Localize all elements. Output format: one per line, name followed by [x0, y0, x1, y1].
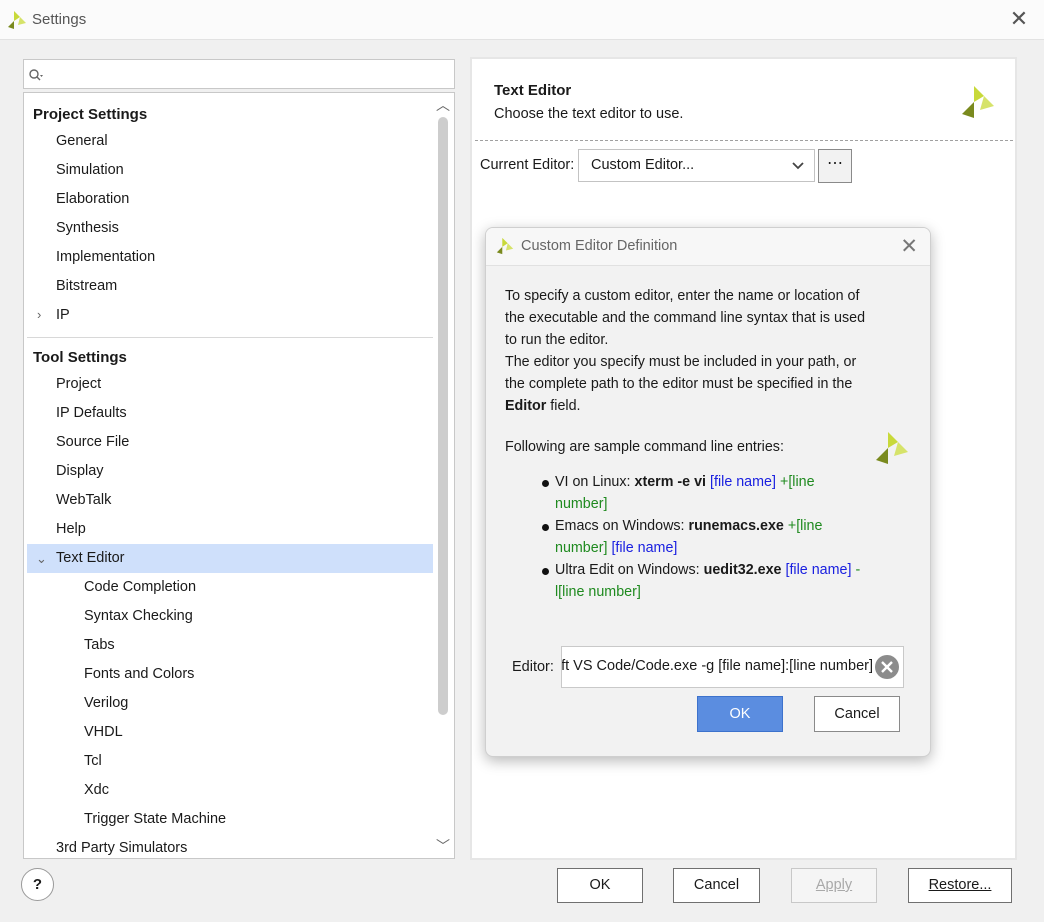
tree-item-trigger-state-machine[interactable]: Trigger State Machine: [84, 805, 226, 834]
sample-list: VI on Linux: xterm -e vi [file name] +[l…: [536, 471, 866, 603]
tree-item-syntax-checking[interactable]: Syntax Checking: [84, 602, 193, 631]
tree-item-text-editor[interactable]: Text Editor: [56, 544, 125, 573]
tree-item-general[interactable]: General: [56, 127, 108, 156]
tree-header-tool-settings: Tool Settings: [33, 349, 127, 366]
tree-item-vhdl[interactable]: VHDL: [84, 718, 123, 747]
custom-editor-dialog: Custom Editor Definition ✕ To specify a …: [485, 227, 931, 757]
sample-item-vi: VI on Linux: xterm -e vi [file name] +[l…: [536, 471, 866, 515]
tree-divider: [27, 337, 433, 338]
tree-item-display[interactable]: Display: [56, 457, 104, 486]
scroll-down-icon[interactable]: ﹀: [436, 839, 450, 853]
panel-divider: [475, 140, 1013, 141]
tree-item-tcl[interactable]: Tcl: [84, 747, 102, 776]
tree-item-help[interactable]: Help: [56, 515, 86, 544]
tree-item-tabs[interactable]: Tabs: [84, 631, 115, 660]
tree-item-source-file[interactable]: Source File: [56, 428, 129, 457]
chevron-right-icon[interactable]: ›: [37, 307, 41, 322]
close-icon[interactable]: ✕: [900, 234, 918, 259]
tree-item-code-completion[interactable]: Code Completion: [84, 573, 196, 602]
settings-search-input[interactable]: [23, 59, 455, 89]
apply-button[interactable]: Apply: [791, 868, 877, 903]
tree-item-implementation[interactable]: Implementation: [56, 243, 155, 272]
vivado-logo-icon: [960, 84, 996, 124]
cancel-button[interactable]: Cancel: [673, 868, 760, 903]
tree-item-3rd-party-simulators[interactable]: 3rd Party Simulators: [56, 834, 187, 858]
tree-item-bitstream[interactable]: Bitstream: [56, 272, 117, 301]
restore-button[interactable]: Restore...: [908, 868, 1012, 903]
chevron-down-icon[interactable]: ⌄: [36, 544, 47, 573]
tree-item-simulation[interactable]: Simulation: [56, 156, 124, 185]
dialog-title: Custom Editor Definition: [521, 238, 678, 254]
tree-item-project[interactable]: Project: [56, 370, 101, 399]
tree-item-verilog[interactable]: Verilog: [84, 689, 128, 718]
settings-tree: Project Settings General Simulation Elab…: [23, 92, 455, 859]
panel-title: Text Editor: [494, 82, 572, 99]
browse-editor-button[interactable]: ⋯: [818, 149, 852, 183]
vivado-logo-icon: [495, 236, 515, 260]
window-titlebar: Settings ✕: [0, 0, 1044, 40]
tree-item-xdc[interactable]: Xdc: [84, 776, 109, 805]
tree-item-ip[interactable]: IP: [56, 301, 70, 330]
dialog-cancel-button[interactable]: Cancel: [814, 696, 900, 732]
tree-item-ip-defaults[interactable]: IP Defaults: [56, 399, 127, 428]
editor-label: Editor:: [512, 659, 554, 675]
dialog-para-2: The editor you specify must be included …: [505, 354, 857, 414]
sample-heading: Following are sample command line entrie…: [505, 439, 784, 455]
scrollbar-thumb[interactable]: [438, 117, 448, 715]
vivado-logo-icon: [6, 9, 28, 35]
tree-item-synthesis[interactable]: Synthesis: [56, 214, 119, 243]
editor-field[interactable]: rosoft VS Code/Code.exe -g [file name]:[…: [561, 646, 904, 688]
tree-item-elaboration[interactable]: Elaboration: [56, 185, 129, 214]
search-icon: [28, 67, 44, 87]
close-icon[interactable]: ✕: [1006, 7, 1032, 33]
chevron-down-icon: [791, 159, 805, 177]
sample-item-emacs: Emacs on Windows: runemacs.exe +[line nu…: [536, 515, 866, 559]
dialog-description: To specify a custom editor, enter the na…: [505, 285, 875, 417]
dialog-titlebar: Custom Editor Definition ✕: [486, 228, 930, 266]
tree-scrollbar[interactable]: ︿ ﹀: [433, 95, 453, 857]
vivado-logo-icon: [874, 430, 910, 470]
current-editor-label: Current Editor:: [480, 157, 575, 173]
tree-header-project-settings: Project Settings: [33, 106, 148, 123]
window-title: Settings: [32, 11, 87, 28]
current-editor-value: Custom Editor...: [591, 157, 695, 173]
tree-item-text-editor-selected[interactable]: ⌄ Text Editor: [27, 544, 434, 573]
current-editor-select[interactable]: Custom Editor...: [578, 149, 815, 182]
tree-item-fonts-and-colors[interactable]: Fonts and Colors: [84, 660, 194, 689]
editor-field-value: rosoft VS Code/Code.exe -g [file name]:[…: [561, 658, 873, 674]
scroll-up-icon[interactable]: ︿: [436, 98, 450, 112]
ok-button[interactable]: OK: [557, 868, 643, 903]
dialog-ok-button[interactable]: OK: [697, 696, 783, 732]
clear-icon[interactable]: [874, 654, 900, 684]
sample-item-ultraedit: Ultra Edit on Windows: uedit32.exe [file…: [536, 559, 866, 603]
tree-item-webtalk[interactable]: WebTalk: [56, 486, 111, 515]
dialog-para-1: To specify a custom editor, enter the na…: [505, 288, 866, 348]
help-button[interactable]: ?: [21, 868, 54, 901]
panel-subtitle: Choose the text editor to use.: [494, 106, 684, 122]
